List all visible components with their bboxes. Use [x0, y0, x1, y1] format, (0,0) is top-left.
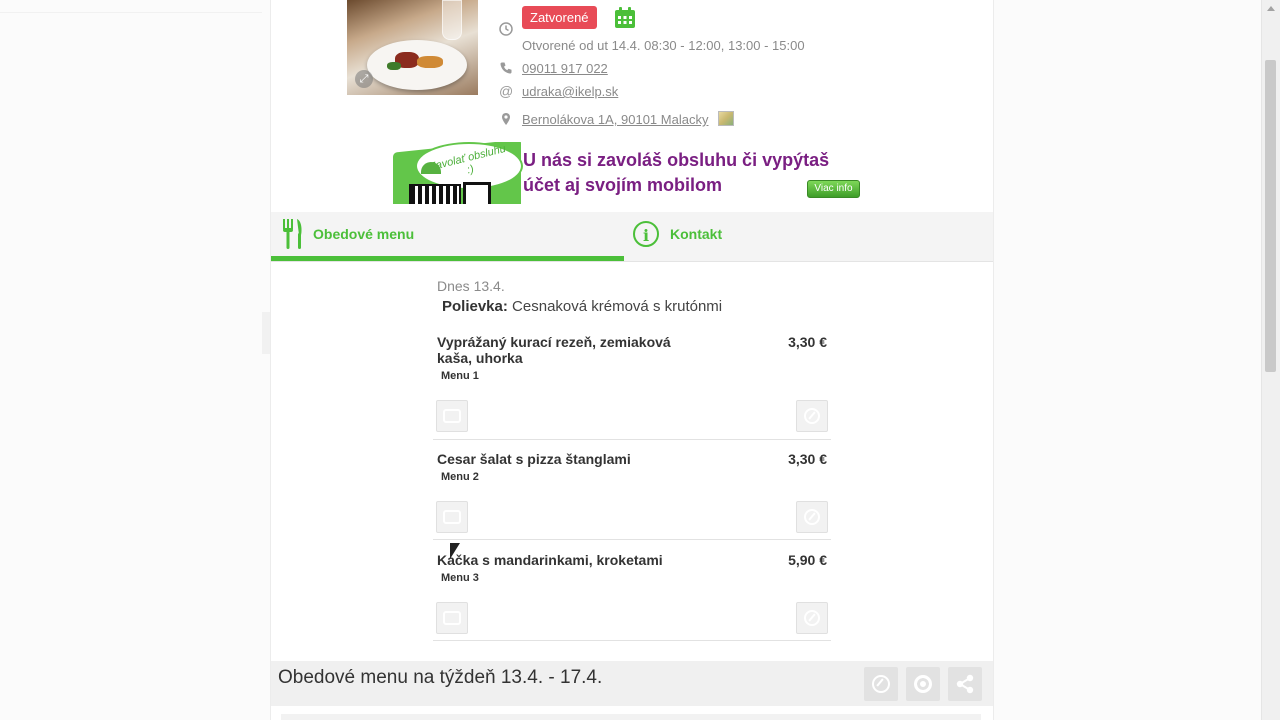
tab-contact-label: Kontakt	[670, 226, 723, 242]
dish-menu-tag: Menu 1	[441, 370, 479, 382]
compass-icon	[804, 509, 820, 525]
photo-food-side	[417, 56, 443, 68]
status-badge: Zatvorené	[522, 6, 597, 29]
weekly-menu-title: Obedové menu na týždeň 13.4. - 17.4.	[278, 667, 603, 688]
phone-number[interactable]: 09011 917 022	[522, 61, 608, 76]
photo-button[interactable]	[436, 400, 468, 432]
menu-item: Cesar šalat s pizza štanglami 3,30 € Men…	[433, 451, 831, 540]
left-edge-tab	[262, 312, 270, 354]
compass-icon	[872, 675, 890, 693]
weekly-android-button[interactable]	[906, 667, 940, 701]
soup-label: Polievka:	[442, 298, 508, 315]
soup-line: Polievka: Cesnaková krémová s krutónmi	[442, 298, 722, 315]
tab-bar: Obedové menu i Kontakt	[271, 212, 993, 262]
weekly-rate-button[interactable]	[864, 667, 898, 701]
scrollbar-thumb[interactable]	[1265, 60, 1276, 372]
dish-menu-tag: Menu 2	[441, 471, 479, 483]
more-info-button[interactable]: Viac info	[807, 180, 860, 198]
qr-code-corner-icon	[463, 182, 491, 204]
at-icon: @	[499, 83, 514, 99]
compass-icon	[804, 408, 820, 424]
restaurant-photo[interactable]: ⤢	[347, 0, 478, 95]
dish-menu-tag: Menu 3	[441, 572, 479, 584]
info-icon: i	[633, 221, 659, 247]
left-margin	[0, 0, 270, 720]
photo-button[interactable]	[436, 602, 468, 634]
zoom-icon[interactable]: ⤢	[355, 70, 373, 88]
phone-link[interactable]: 09011 917 022	[522, 61, 608, 76]
camera-icon	[443, 409, 461, 423]
camera-icon	[443, 510, 461, 524]
rate-button[interactable]	[796, 602, 828, 634]
banner-headline-line1: U nás si zavoláš obsluhu či vypýtaš	[523, 150, 830, 170]
dish-name: Cesar šalat s pizza štanglami	[437, 451, 631, 467]
qr-code-icon	[409, 184, 461, 204]
fork-knife-icon	[283, 219, 302, 249]
calendar-icon[interactable]	[614, 7, 636, 29]
left-divider	[0, 12, 262, 13]
clock-icon	[499, 22, 513, 36]
camera-icon	[443, 611, 461, 625]
share-icon	[956, 674, 974, 694]
photo-glass	[442, 0, 462, 40]
tab-lunch-menu[interactable]: Obedové menu	[271, 212, 624, 261]
dish-price: 3,30 €	[788, 334, 827, 350]
tab-contact[interactable]: i Kontakt	[624, 212, 977, 261]
menu-item: Vyprážaný kurací rezeň, zemiaková kaša, …	[433, 334, 831, 440]
mouse-cursor-icon	[450, 543, 460, 559]
active-tab-indicator	[271, 256, 624, 261]
scroll-up-arrow-icon[interactable]	[1267, 6, 1275, 11]
phone-icon	[500, 62, 512, 74]
dish-name: Vyprážaný kurací rezeň, zemiaková kaša, …	[437, 334, 671, 366]
right-margin	[992, 0, 1262, 720]
map-icon[interactable]	[718, 111, 735, 126]
address-link[interactable]: Bernolákova 1A, 90101 Malacky	[522, 111, 735, 127]
email-address[interactable]: udraka@ikelp.sk	[522, 84, 618, 99]
email-link[interactable]: udraka@ikelp.sk	[522, 84, 618, 99]
weekly-menu-header: Obedové menu na týždeň 13.4. - 17.4.	[271, 661, 993, 706]
tab-lunch-menu-label: Obedové menu	[313, 226, 415, 242]
address-text[interactable]: Bernolákova 1A, 90101 Malacky	[522, 112, 708, 127]
opening-hours: Otvorené od ut 14.4. 08:30 - 12:00, 13:0…	[522, 38, 805, 53]
dish-name: Kačka s mandarinkami, kroketami	[437, 552, 663, 568]
android-icon	[914, 675, 932, 693]
menu-date: Dnes 13.4.	[437, 278, 505, 294]
compass-icon	[804, 610, 820, 626]
photo-food-greens	[387, 62, 401, 70]
next-section-edge	[281, 714, 981, 720]
rate-button[interactable]	[796, 501, 828, 533]
restaurant-page: ⤢ Zatvorené Otvorené od ut 14.4. 08:30 -…	[270, 0, 994, 720]
dish-price: 3,30 €	[788, 451, 827, 467]
dish-price: 5,90 €	[788, 552, 827, 568]
vertical-scrollbar[interactable]	[1261, 0, 1280, 720]
share-button[interactable]	[948, 667, 982, 701]
photo-button[interactable]	[436, 501, 468, 533]
promo-banner[interactable]: Zavolať obsluhu :) U nás si zavoláš obsl…	[393, 142, 871, 204]
rate-button[interactable]	[796, 400, 828, 432]
menu-item: Kačka s mandarinkami, kroketami 5,90 € M…	[433, 552, 831, 641]
location-pin-icon	[502, 113, 510, 125]
soup-name: Cesnaková krémová s krutónmi	[512, 298, 723, 315]
